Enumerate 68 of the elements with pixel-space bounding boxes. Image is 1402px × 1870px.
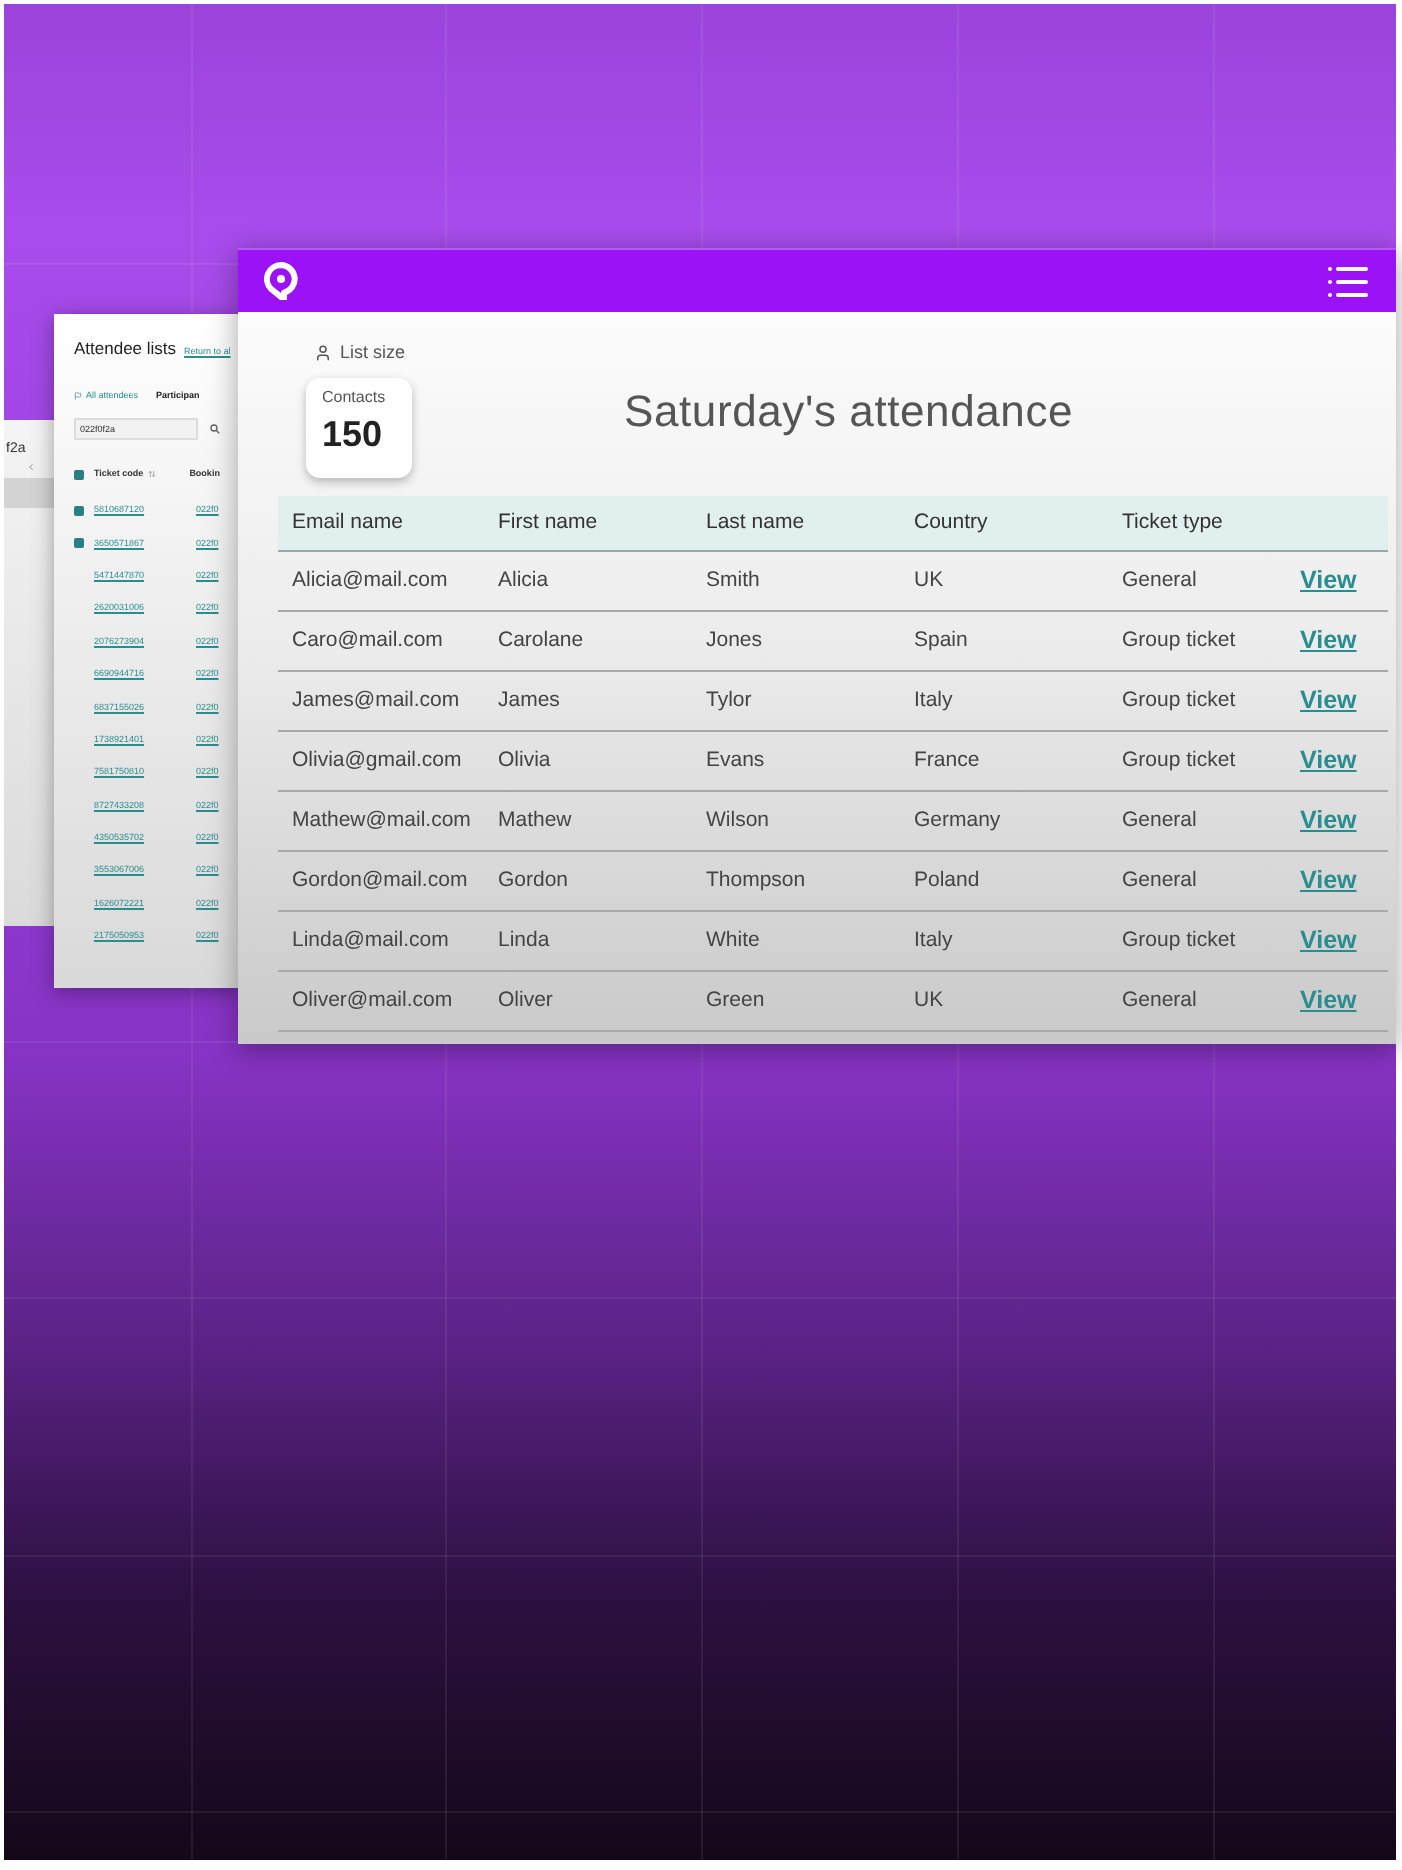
table-cell-text: Caro@mail.com <box>290 628 445 654</box>
column-header: First name <box>496 510 600 536</box>
table-cell-text: Oliver <box>496 988 555 1014</box>
table-cell-text: UK <box>912 568 946 594</box>
column-header: Country <box>912 510 990 536</box>
table-cell-text: France <box>912 748 982 774</box>
column-header: Last name <box>704 510 807 536</box>
table-cell-text: General <box>1120 568 1199 594</box>
table-cell-text: Spain <box>912 628 970 654</box>
table-cell-text: Carolane <box>496 628 586 654</box>
flag-icon <box>74 392 82 400</box>
table-cell-text: Tylor <box>704 688 754 714</box>
menu-icon[interactable] <box>1328 265 1368 297</box>
table-cell-text: Poland <box>912 868 982 894</box>
window-title: Attendee lists <box>74 338 177 358</box>
table-cell-text: Group ticket <box>1120 688 1238 714</box>
table-cell-text: Mathew <box>496 808 574 834</box>
view-link[interactable]: View <box>1300 986 1357 1016</box>
table-cell-text: Evans <box>704 748 767 774</box>
view-link[interactable]: View <box>1300 866 1357 896</box>
table-cell-text: James <box>496 688 562 714</box>
view-link[interactable]: View <box>1300 926 1357 956</box>
table-cell-text: Smith <box>704 568 762 594</box>
table-cell-text: Oliver@mail.com <box>290 988 455 1014</box>
user-icon <box>314 344 332 362</box>
table-cell-text: Olivia <box>496 748 553 774</box>
sort-icon[interactable] <box>147 470 156 478</box>
table-cell-text: General <box>1120 868 1199 894</box>
list-size-label: List size <box>340 342 406 364</box>
table-cell-text: Group ticket <box>1120 628 1238 654</box>
view-link[interactable]: View <box>1300 746 1357 776</box>
table-cell-text: Linda@mail.com <box>290 928 451 954</box>
table-cell-text: General <box>1120 988 1199 1014</box>
table-cell-text: Jones <box>704 628 765 654</box>
contacts-label: Contacts <box>322 388 388 408</box>
table-cell-text: Gordon <box>496 868 571 894</box>
view-link[interactable]: View <box>1300 566 1357 596</box>
table-cell-text: Olivia@gmail.com <box>290 748 464 774</box>
view-link[interactable]: View <box>1300 806 1357 836</box>
table-cell-text: Group ticket <box>1120 748 1238 774</box>
table-cell-text: Alicia <box>496 568 551 594</box>
table-cell-text: Thompson <box>704 868 808 894</box>
table-cell-text: White <box>704 928 762 954</box>
table-cell-text: Group ticket <box>1120 928 1238 954</box>
table-cell-text: Wilson <box>704 808 772 834</box>
column-header: Ticket type <box>1120 510 1225 536</box>
view-link[interactable]: View <box>1300 626 1357 656</box>
table-cell-text: Linda <box>496 928 552 954</box>
logo-icon <box>264 262 298 300</box>
table-cell-text: General <box>1120 808 1199 834</box>
chevron-left-icon[interactable] <box>26 462 36 472</box>
table-cell-text: Alicia@mail.com <box>290 568 450 594</box>
table-cell-text: James@mail.com <box>290 688 462 714</box>
checkbox[interactable] <box>74 538 84 549</box>
column-header: Email name <box>290 510 405 536</box>
view-link[interactable]: View <box>1300 686 1357 716</box>
table-cell-text: Gordon@mail.com <box>290 868 470 894</box>
contacts-count: 150 <box>322 414 385 454</box>
table-cell-text: Mathew@mail.com <box>290 808 473 834</box>
table-cell-text: Italy <box>912 688 955 714</box>
checkbox[interactable] <box>74 469 84 479</box>
search-icon[interactable] <box>210 424 220 434</box>
page-title: Saturday's attendance <box>624 386 1074 438</box>
table-cell-text: Green <box>704 988 767 1014</box>
table-cell-text: Italy <box>912 928 955 954</box>
table-cell-text: UK <box>912 988 946 1014</box>
table-cell-text: Germany <box>912 808 1003 834</box>
checkbox[interactable] <box>74 505 84 516</box>
